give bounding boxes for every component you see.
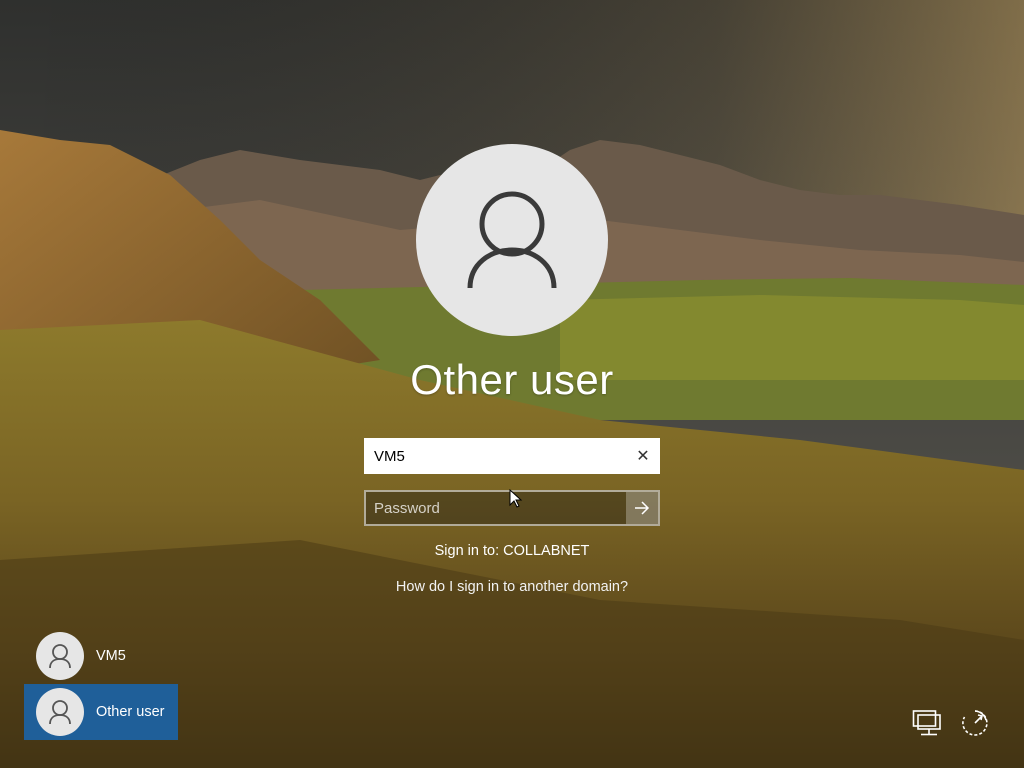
network-button[interactable] [911, 706, 945, 740]
user-silhouette-icon [467, 191, 557, 289]
submit-button[interactable] [626, 492, 658, 524]
lock-screen: Other user ✕ Sign in to: COLLABNET How d… [0, 0, 1024, 768]
user-list-item-other-user[interactable]: Other user [24, 684, 178, 740]
username-input[interactable] [366, 440, 628, 472]
ease-of-access-button[interactable] [958, 706, 992, 740]
domain-help-link[interactable]: How do I sign in to another domain? [0, 579, 1024, 595]
password-input[interactable] [366, 492, 626, 524]
user-silhouette-icon [49, 644, 71, 669]
user-title: Other user [410, 356, 614, 403]
close-icon[interactable]: ✕ [628, 440, 658, 472]
user-switcher-list: VM5 Other user [24, 628, 178, 740]
arrow-right-icon [635, 501, 650, 515]
sign-in-domain-text: Sign in to: COLLABNET [434, 543, 590, 559]
user-silhouette-icon [49, 700, 71, 725]
network-icon [912, 710, 941, 736]
user-avatar-large [416, 144, 608, 336]
avatar [36, 632, 84, 680]
user-list-item-label: Other user [96, 704, 165, 720]
mouse-cursor [509, 489, 523, 508]
user-list-item-label: VM5 [96, 648, 126, 664]
power-icon [962, 710, 988, 736]
username-field[interactable]: ✕ [364, 438, 660, 474]
user-list-item-vm5[interactable]: VM5 [24, 628, 178, 684]
avatar [36, 688, 84, 736]
